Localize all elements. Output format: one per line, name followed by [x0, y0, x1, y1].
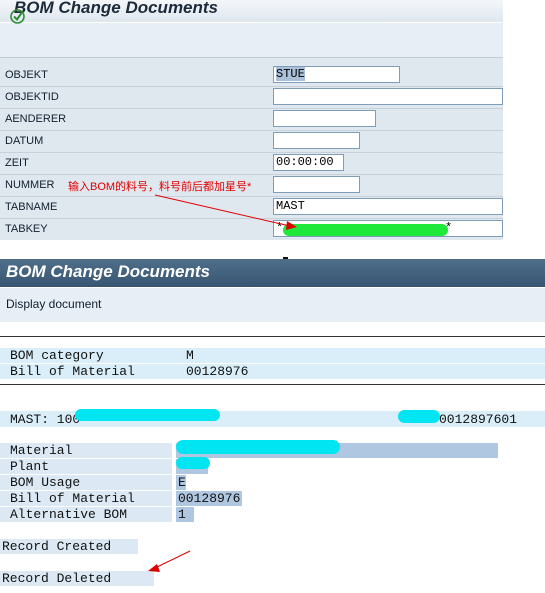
form-row-aenderer: AENDERER: [0, 108, 503, 131]
cyan-redaction-mark: [75, 409, 220, 421]
alternative-bom-label: Alternative BOM: [10, 507, 128, 522]
form-row-tabname: TABNAME MAST: [0, 196, 503, 219]
mast-table-label: MAST: 100: [10, 412, 81, 427]
plant-label: Plant: [10, 459, 50, 474]
top-page-title: BOM Change Documents: [14, 0, 219, 17]
objektid-input[interactable]: [273, 88, 503, 105]
green-redaction-mark: [283, 224, 448, 236]
bom-category-value: M: [186, 348, 194, 363]
field-label: ZEIT: [5, 157, 29, 169]
field-label: NUMMER: [5, 179, 55, 191]
bill-of-material-value: 00128976: [178, 491, 241, 506]
cyan-redaction-mark: [176, 440, 340, 454]
form-row-objektid: OBJEKTID: [0, 86, 503, 109]
zeit-input[interactable]: 00:00:00: [273, 154, 344, 171]
alternative-bom-value: 1: [178, 507, 186, 522]
panel-separator: [0, 240, 545, 258]
top-toolbar: [0, 23, 503, 58]
field-label: AENDERER: [5, 113, 67, 125]
bill-of-material-label: Bill of Material: [10, 364, 135, 379]
bom-category-label: BOM category: [10, 348, 104, 363]
form-row-datum: DATUM: [0, 130, 503, 153]
objekt-input[interactable]: STUE: [273, 66, 400, 83]
annotation-text: 输入BOM的料号，料号前后都加星号*: [68, 181, 252, 193]
display-document-label: Display document: [6, 297, 102, 311]
field-label: TABKEY: [5, 223, 48, 235]
cyan-redaction-mark: [398, 410, 440, 423]
field-label: TABNAME: [5, 201, 58, 213]
bill-of-material-value: 00128976: [186, 364, 249, 379]
field-label: OBJEKTID: [5, 91, 59, 103]
bom-usage-value: E: [178, 475, 186, 490]
tabname-input[interactable]: MAST: [273, 198, 503, 215]
record-created-label: Record Created: [2, 539, 112, 554]
nummer-input[interactable]: [273, 176, 360, 193]
mast-key-value: 0012897601: [439, 412, 518, 427]
form-row-objekt: OBJEKT STUE: [0, 64, 503, 87]
record-deleted-label: Record Deleted: [2, 571, 112, 586]
bottom-page-title: BOM Change Documents: [6, 262, 211, 281]
field-label: DATUM: [5, 135, 44, 147]
selection-form: OBJEKT STUE OBJEKTID AENDERER DATUM ZEIT…: [0, 58, 503, 241]
divider: [0, 336, 545, 337]
bom-usage-label: BOM Usage: [10, 475, 81, 490]
form-row-zeit: ZEIT 00:00:00: [0, 152, 503, 175]
material-label: Material: [10, 443, 73, 458]
execute-icon[interactable]: [9, 8, 26, 25]
field-label: OBJEKT: [5, 69, 48, 81]
datum-input[interactable]: [273, 132, 360, 149]
aenderer-input[interactable]: [273, 110, 376, 127]
bill-of-material-label: Bill of Material: [10, 491, 135, 506]
divider: [0, 384, 545, 385]
cyan-redaction-mark: [176, 457, 210, 469]
input-value: STUE: [276, 67, 305, 81]
